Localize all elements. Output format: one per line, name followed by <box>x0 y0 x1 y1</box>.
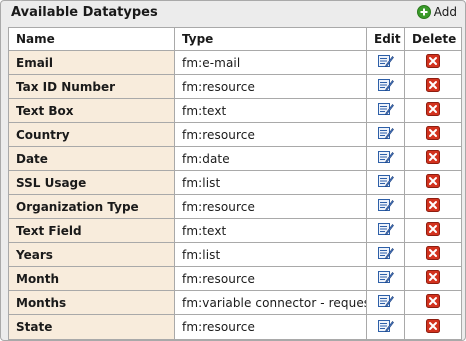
delete-icon[interactable] <box>426 126 440 143</box>
delete-cell <box>404 146 462 171</box>
datatype-type: fm:date <box>174 146 367 171</box>
delete-cell <box>404 218 462 243</box>
edit-cell <box>366 50 405 75</box>
column-header-type[interactable]: Type <box>174 27 367 51</box>
delete-icon[interactable] <box>426 270 440 287</box>
edit-cell <box>366 218 405 243</box>
add-label: Add <box>433 5 457 19</box>
column-header-delete: Delete <box>404 27 462 51</box>
table-row: Text Field fm:text <box>8 218 462 243</box>
delete-icon[interactable] <box>426 174 440 191</box>
edit-cell <box>366 242 405 267</box>
edit-icon[interactable] <box>377 198 394 215</box>
edit-icon[interactable] <box>377 319 394 336</box>
edit-icon[interactable] <box>377 150 394 167</box>
table-row: Email fm:e-mail <box>8 50 462 75</box>
delete-cell <box>404 314 462 340</box>
table-header-row: Name Type Edit Delete <box>8 27 462 51</box>
table-row: State fm:resource <box>8 314 462 340</box>
edit-icon[interactable] <box>377 126 394 143</box>
edit-cell <box>366 290 405 315</box>
edit-cell <box>366 122 405 147</box>
edit-icon[interactable] <box>377 54 394 71</box>
table-row: Years fm:list <box>8 242 462 267</box>
delete-icon[interactable] <box>426 198 440 215</box>
edit-icon[interactable] <box>377 270 394 287</box>
table-row: Months fm:variable connector - request <box>8 290 462 315</box>
edit-icon[interactable] <box>377 78 394 95</box>
datatype-name: Organization Type <box>8 194 175 219</box>
add-button[interactable]: Add <box>416 5 457 19</box>
edit-cell <box>366 266 405 291</box>
panel-header: Available Datatypes Add <box>1 1 465 25</box>
delete-cell <box>404 74 462 99</box>
delete-icon[interactable] <box>426 222 440 239</box>
datatype-name: Tax ID Number <box>8 74 175 99</box>
edit-cell <box>366 194 405 219</box>
table-row: Organization Type fm:resource <box>8 194 462 219</box>
edit-icon[interactable] <box>377 222 394 239</box>
table-row: Country fm:resource <box>8 122 462 147</box>
edit-icon[interactable] <box>377 246 394 263</box>
datatype-type: fm:resource <box>174 266 367 291</box>
table-row: SSL Usage fm:list <box>8 170 462 195</box>
datatype-type: fm:text <box>174 218 367 243</box>
delete-cell <box>404 50 462 75</box>
datatype-type: fm:list <box>174 170 367 195</box>
datatype-type: fm:resource <box>174 122 367 147</box>
datatype-name: Email <box>8 50 175 75</box>
table-row: Text Box fm:text <box>8 98 462 123</box>
delete-icon[interactable] <box>426 78 440 95</box>
delete-cell <box>404 170 462 195</box>
edit-cell <box>366 314 405 340</box>
datatype-type: fm:e-mail <box>174 50 367 75</box>
datatype-type: fm:text <box>174 98 367 123</box>
delete-icon[interactable] <box>426 102 440 119</box>
column-header-edit: Edit <box>366 27 405 51</box>
datatype-name: Months <box>8 290 175 315</box>
datatype-name: Date <box>8 146 175 171</box>
delete-icon[interactable] <box>426 294 440 311</box>
column-header-name[interactable]: Name <box>8 27 175 51</box>
table-row: Date fm:date <box>8 146 462 171</box>
delete-cell <box>404 242 462 267</box>
datatypes-table: Name Type Edit Delete Email fm:e-mail Tax … <box>8 27 462 340</box>
table-row: Month fm:resource <box>8 266 462 291</box>
add-icon <box>416 5 431 19</box>
datatype-name: Years <box>8 242 175 267</box>
delete-icon[interactable] <box>426 246 440 263</box>
table-row: Tax ID Number fm:resource <box>8 74 462 99</box>
datatype-type: fm:resource <box>174 74 367 99</box>
delete-cell <box>404 194 462 219</box>
datatype-name: Text Box <box>8 98 175 123</box>
datatype-name: Text Field <box>8 218 175 243</box>
datatype-type: fm:resource <box>174 314 367 340</box>
edit-icon[interactable] <box>377 174 394 191</box>
datatype-name: SSL Usage <box>8 170 175 195</box>
delete-cell <box>404 290 462 315</box>
edit-icon[interactable] <box>377 294 394 311</box>
edit-cell <box>366 98 405 123</box>
datatype-name: Country <box>8 122 175 147</box>
edit-cell <box>366 146 405 171</box>
datatypes-panel: Available Datatypes Add Name Type Edit D… <box>0 0 466 341</box>
datatype-type: fm:list <box>174 242 367 267</box>
datatype-name: Month <box>8 266 175 291</box>
datatype-name: State <box>8 314 175 340</box>
datatype-type: fm:variable connector - request <box>174 290 367 315</box>
panel-title: Available Datatypes <box>11 5 158 20</box>
delete-cell <box>404 122 462 147</box>
edit-cell <box>366 74 405 99</box>
delete-icon[interactable] <box>426 318 440 336</box>
delete-cell <box>404 98 462 123</box>
edit-icon[interactable] <box>377 102 394 119</box>
delete-icon[interactable] <box>426 54 440 71</box>
delete-icon[interactable] <box>426 150 440 167</box>
edit-cell <box>366 170 405 195</box>
datatype-type: fm:resource <box>174 194 367 219</box>
delete-cell <box>404 266 462 291</box>
